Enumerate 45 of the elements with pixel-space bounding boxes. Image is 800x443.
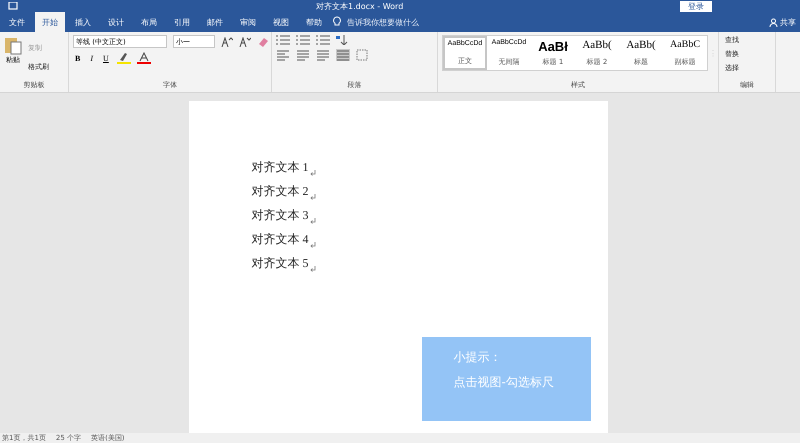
document-line: 对齐文本 5 (252, 255, 308, 272)
ribbon-tab[interactable]: 插入 (68, 12, 98, 32)
list-icon[interactable] (276, 35, 290, 45)
share-button[interactable]: 共享 (763, 16, 800, 28)
person-icon (769, 18, 778, 26)
borders-icon[interactable] (356, 49, 368, 61)
ribbon-tab[interactable]: 布局 (134, 12, 164, 32)
document-line: 对齐文本 1 (252, 159, 308, 176)
window-title: 对齐文本1.docx - Word (316, 0, 404, 12)
document-line: 对齐文本 4 (252, 231, 308, 248)
save-icon[interactable] (8, 2, 18, 10)
paragraph-mark-icon (310, 194, 316, 200)
tip-title: 小提示： (454, 349, 502, 366)
list-icon[interactable] (296, 35, 310, 45)
lightbulb-icon (332, 16, 342, 28)
ribbon-tab[interactable]: 开始 (35, 12, 65, 32)
ribbon-tab[interactable]: 帮助 (299, 12, 329, 32)
align-icon[interactable] (296, 49, 310, 61)
tip-text: 点击视图-勾选标尺 (454, 374, 555, 391)
list-icon[interactable] (316, 35, 330, 45)
sort-icon[interactable] (336, 35, 348, 45)
font-color-icon[interactable] (136, 52, 151, 64)
italic-button[interactable]: I (88, 54, 96, 62)
paragraph-mark-icon (310, 266, 316, 272)
align-icon[interactable] (276, 49, 290, 61)
ribbon-tab[interactable]: 审阅 (233, 12, 263, 32)
bold-button[interactable]: B (73, 54, 82, 62)
align-icon[interactable] (336, 49, 350, 61)
ribbon-tab[interactable]: 文件 (2, 12, 32, 32)
align-icon[interactable] (316, 49, 330, 61)
ribbon-tab[interactable]: 引用 (167, 12, 197, 32)
ribbon-tab[interactable]: 设计 (101, 12, 131, 32)
ribbon-tab[interactable]: 视图 (266, 12, 296, 32)
ribbon-tab[interactable]: 邮件 (200, 12, 230, 32)
login-button[interactable]: 登录 (680, 0, 712, 12)
document-line: 对齐文本 3 (252, 207, 308, 224)
paragraph-mark-icon (310, 242, 316, 248)
document-line: 对齐文本 2 (252, 183, 308, 200)
underline-button[interactable]: U (101, 54, 111, 62)
shrink-font-icon[interactable] (239, 36, 251, 46)
paragraph-mark-icon (310, 170, 316, 176)
highlighter-icon[interactable] (116, 52, 131, 64)
paragraph-mark-icon (310, 218, 316, 224)
tell-me-field[interactable]: 告诉我你想要做什么 (345, 16, 469, 28)
grow-font-icon[interactable] (221, 36, 233, 46)
